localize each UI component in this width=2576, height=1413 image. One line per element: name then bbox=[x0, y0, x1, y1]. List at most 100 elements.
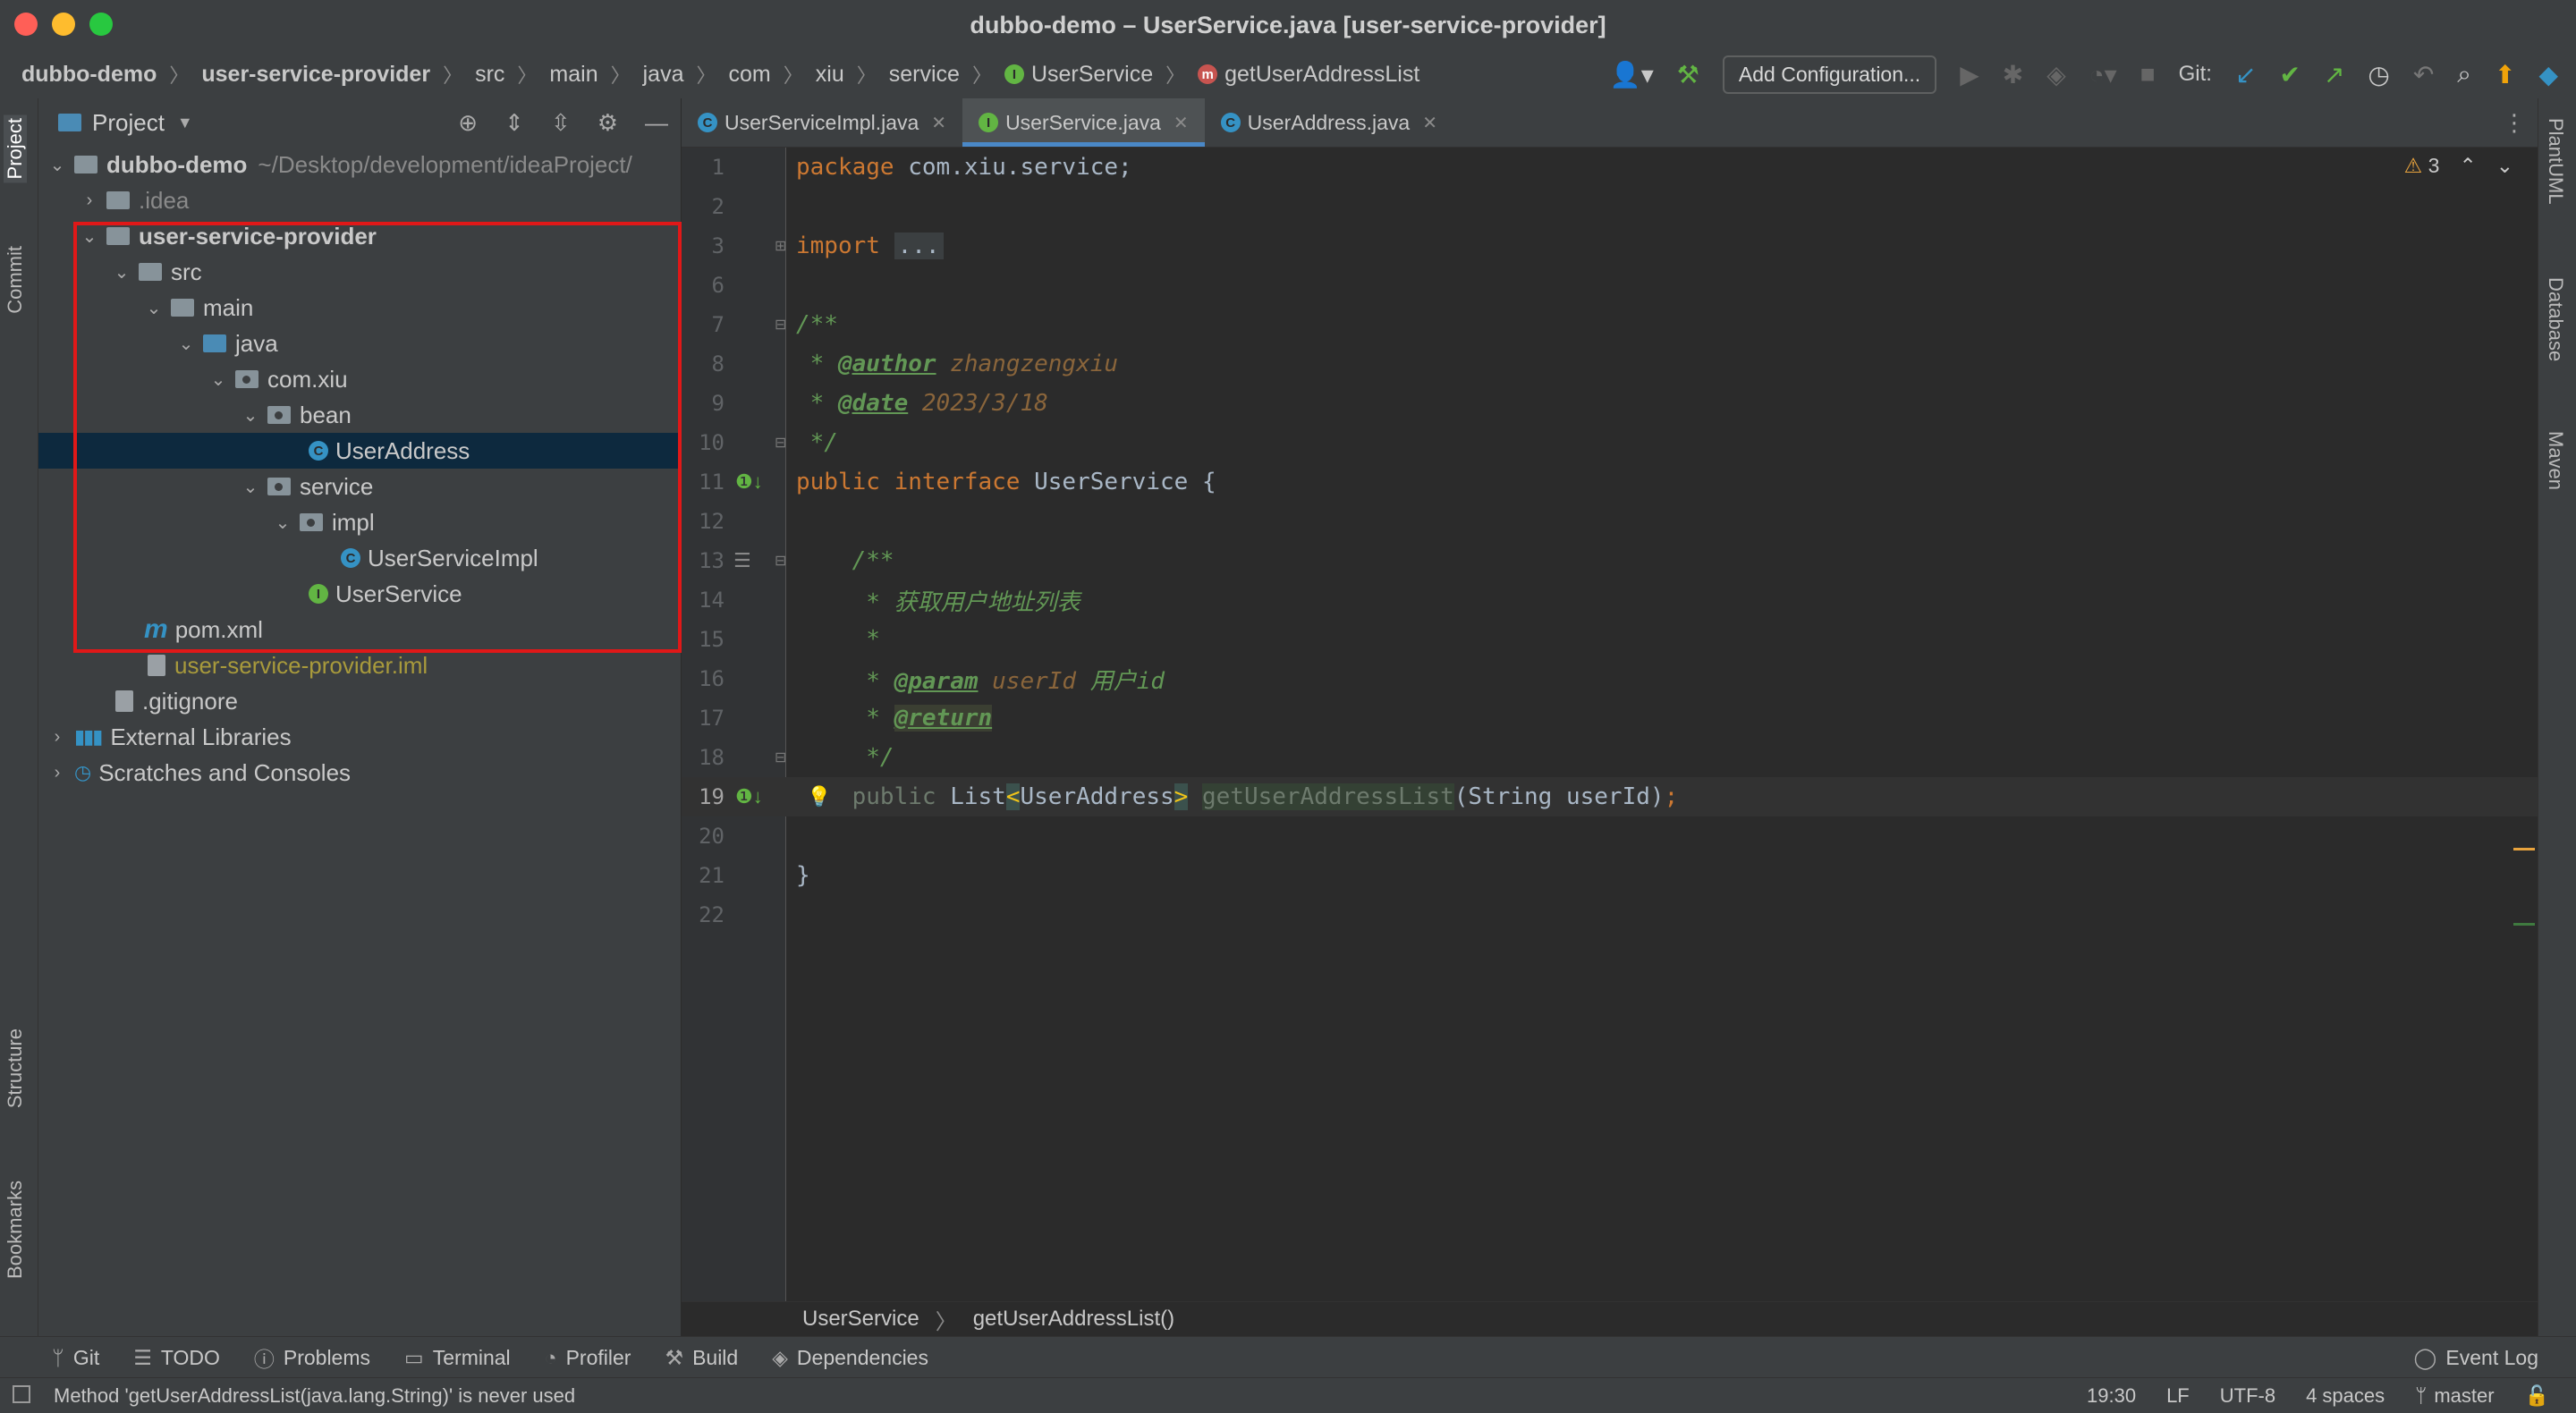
chevron-down-icon[interactable]: ⌄ bbox=[241, 404, 260, 427]
breadcrumb-item[interactable]: user-service-provider 〉 bbox=[201, 60, 475, 89]
chevron-right-icon[interactable]: › bbox=[47, 727, 67, 748]
user-icon[interactable]: 👤▾ bbox=[1610, 60, 1654, 89]
profiler-tool-button[interactable]: ◔ Profiler bbox=[545, 1346, 631, 1370]
locate-icon[interactable]: ⊕ bbox=[458, 109, 478, 137]
tree-node-pom[interactable]: m pom.xml bbox=[38, 612, 681, 647]
search-icon[interactable]: ⌕ bbox=[2457, 60, 2471, 89]
tree-node-gitignore[interactable]: .gitignore bbox=[38, 683, 681, 719]
implemented-icon[interactable]: ❶↓ bbox=[735, 470, 763, 494]
breadcrumb-item[interactable]: m getUserAddressList bbox=[1198, 62, 1419, 88]
add-configuration-button[interactable]: Add Configuration... bbox=[1722, 55, 1937, 94]
expand-all-icon[interactable]: ⇕ bbox=[504, 109, 524, 137]
tree-node-idea[interactable]: › .idea bbox=[38, 182, 681, 218]
fold-icon[interactable]: ⊟ bbox=[775, 434, 786, 452]
tree-node-module[interactable]: ⌄ user-service-provider bbox=[38, 218, 681, 254]
profile-icon[interactable]: ◔▾ bbox=[2089, 60, 2117, 89]
breadcrumb-item[interactable]: UserService bbox=[802, 1307, 919, 1332]
chevron-down-icon[interactable]: ⌄ bbox=[47, 154, 67, 176]
minimize-window-button[interactable] bbox=[52, 13, 75, 36]
problems-tool-button[interactable]: ⓘ Problems bbox=[254, 1342, 370, 1373]
tree-node-service[interactable]: ⌄ service bbox=[38, 469, 681, 504]
breadcrumb-item[interactable]: main 〉 bbox=[549, 60, 642, 89]
tree-node-user-service-impl[interactable]: C UserServiceImpl bbox=[38, 540, 681, 576]
warning-marker[interactable] bbox=[2513, 848, 2535, 850]
stop-icon[interactable]: ■ bbox=[2140, 60, 2156, 89]
indent-setting[interactable]: 4 spaces bbox=[2306, 1384, 2385, 1408]
tree-node-src[interactable]: ⌄ src bbox=[38, 254, 681, 290]
more-vertical-icon[interactable]: ⋮ bbox=[2503, 109, 2526, 137]
file-encoding[interactable]: UTF-8 bbox=[2220, 1384, 2275, 1408]
implemented-icon[interactable]: ❶↓ bbox=[735, 785, 763, 808]
structure-tool-tab[interactable]: Structure bbox=[4, 1028, 27, 1108]
close-icon[interactable]: ✕ bbox=[1174, 112, 1189, 134]
chevron-down-icon[interactable]: ▼ bbox=[177, 114, 193, 132]
tree-node-iml[interactable]: user-service-provider.iml bbox=[38, 647, 681, 683]
build-hammer-icon[interactable]: ⚒ bbox=[1677, 60, 1699, 89]
code-area[interactable]: 1 package com.xiu.service; 2 3 ⊞ import … bbox=[682, 148, 2538, 1301]
tree-node-root[interactable]: ⌄ dubbo-demo ~/Desktop/development/ideaP… bbox=[38, 147, 681, 182]
fold-icon[interactable]: ⊞ bbox=[775, 237, 786, 255]
chevron-right-icon[interactable]: › bbox=[80, 190, 99, 211]
gear-icon[interactable]: ⚙ bbox=[597, 109, 618, 137]
close-icon[interactable]: ✕ bbox=[931, 112, 946, 134]
chevron-right-icon[interactable]: › bbox=[47, 763, 67, 783]
tree-node-bean[interactable]: ⌄ bean bbox=[38, 397, 681, 433]
chevron-down-icon[interactable]: ⌄ bbox=[273, 512, 292, 534]
chevron-down-icon[interactable]: ⌄ bbox=[80, 225, 99, 248]
breadcrumb-item[interactable]: xiu 〉 bbox=[816, 60, 889, 89]
breadcrumb-item[interactable]: src 〉 bbox=[475, 60, 549, 89]
git-branch[interactable]: ᛘ master bbox=[2415, 1384, 2494, 1408]
breadcrumb-item[interactable]: service 〉 bbox=[889, 60, 1004, 89]
tree-node-user-service[interactable]: I UserService bbox=[38, 576, 681, 612]
tab-user-service-impl[interactable]: C UserServiceImpl.java ✕ bbox=[682, 98, 962, 147]
tree-node-package[interactable]: ⌄ com.xiu bbox=[38, 361, 681, 397]
git-update-icon[interactable]: ↙ bbox=[2235, 60, 2256, 89]
breadcrumb-item[interactable]: dubbo-demo 〉 bbox=[21, 60, 201, 89]
close-window-button[interactable] bbox=[14, 13, 38, 36]
tree-node-external-libraries[interactable]: › ▮▮▮ External Libraries bbox=[38, 719, 681, 755]
chevron-down-icon[interactable]: ⌄ bbox=[144, 297, 164, 319]
git-tool-button[interactable]: ᛘ Git bbox=[52, 1346, 99, 1370]
change-marker[interactable] bbox=[2513, 923, 2535, 926]
fold-icon[interactable]: ⊟ bbox=[775, 316, 786, 334]
chevron-down-icon[interactable]: ⌄ bbox=[112, 261, 131, 283]
git-push-icon[interactable]: ↗ bbox=[2324, 60, 2344, 89]
coverage-icon[interactable]: ◈ bbox=[2046, 60, 2066, 89]
todo-tool-button[interactable]: ☰ TODO bbox=[133, 1346, 220, 1370]
plantuml-tool-tab[interactable]: PlantUML bbox=[2544, 118, 2567, 205]
close-icon[interactable]: ✕ bbox=[1422, 112, 1437, 134]
commit-tool-tab[interactable]: Commit bbox=[4, 246, 27, 314]
history-icon[interactable]: ◷ bbox=[2368, 60, 2389, 89]
hide-icon[interactable]: — bbox=[645, 109, 668, 137]
event-log-button[interactable]: ◯ Event Log bbox=[2414, 1337, 2538, 1378]
build-tool-button[interactable]: ⚒ Build bbox=[665, 1346, 738, 1370]
chevron-down-icon[interactable]: ⌄ bbox=[176, 333, 196, 355]
run-icon[interactable]: ▶ bbox=[1960, 60, 1979, 89]
plugin-icon[interactable]: ◆ bbox=[2538, 60, 2558, 89]
fold-icon[interactable]: ⊟ bbox=[775, 749, 786, 766]
lock-icon[interactable]: 🔓 bbox=[2525, 1384, 2549, 1408]
chevron-down-icon[interactable]: ⌄ bbox=[208, 368, 228, 391]
breadcrumb-item[interactable]: java 〉 bbox=[643, 60, 729, 89]
breadcrumb-item[interactable]: getUserAddressList() bbox=[973, 1307, 1174, 1332]
tree-node-impl[interactable]: ⌄ impl bbox=[38, 504, 681, 540]
folded-imports[interactable]: ... bbox=[894, 233, 944, 259]
project-tool-tab[interactable]: Project bbox=[4, 114, 27, 183]
breadcrumb-item[interactable]: I UserService 〉 bbox=[1004, 60, 1198, 89]
breadcrumb-item[interactable]: com 〉 bbox=[729, 60, 816, 89]
bookmarks-tool-tab[interactable]: Bookmarks bbox=[4, 1180, 27, 1279]
debug-icon[interactable]: ✱ bbox=[2003, 60, 2023, 89]
git-commit-icon[interactable]: ✔ bbox=[2279, 60, 2300, 89]
dependencies-tool-button[interactable]: ◈ Dependencies bbox=[772, 1346, 928, 1370]
tree-node-java[interactable]: ⌄ java bbox=[38, 326, 681, 361]
fold-icon[interactable]: ⊟ bbox=[775, 552, 786, 570]
tab-user-service[interactable]: I UserService.java ✕ bbox=[962, 98, 1205, 147]
tab-user-address[interactable]: C UserAddress.java ✕ bbox=[1205, 98, 1453, 147]
update-icon[interactable]: ⬆ bbox=[2495, 60, 2515, 89]
tree-node-user-address[interactable]: C UserAddress bbox=[38, 433, 681, 469]
caret-position[interactable]: 19:30 bbox=[2087, 1384, 2136, 1408]
maximize-window-button[interactable] bbox=[89, 13, 113, 36]
tree-node-main[interactable]: ⌄ main bbox=[38, 290, 681, 326]
chevron-down-icon[interactable]: ⌄ bbox=[241, 476, 260, 498]
render-doc-icon[interactable]: ☰ bbox=[733, 549, 751, 572]
